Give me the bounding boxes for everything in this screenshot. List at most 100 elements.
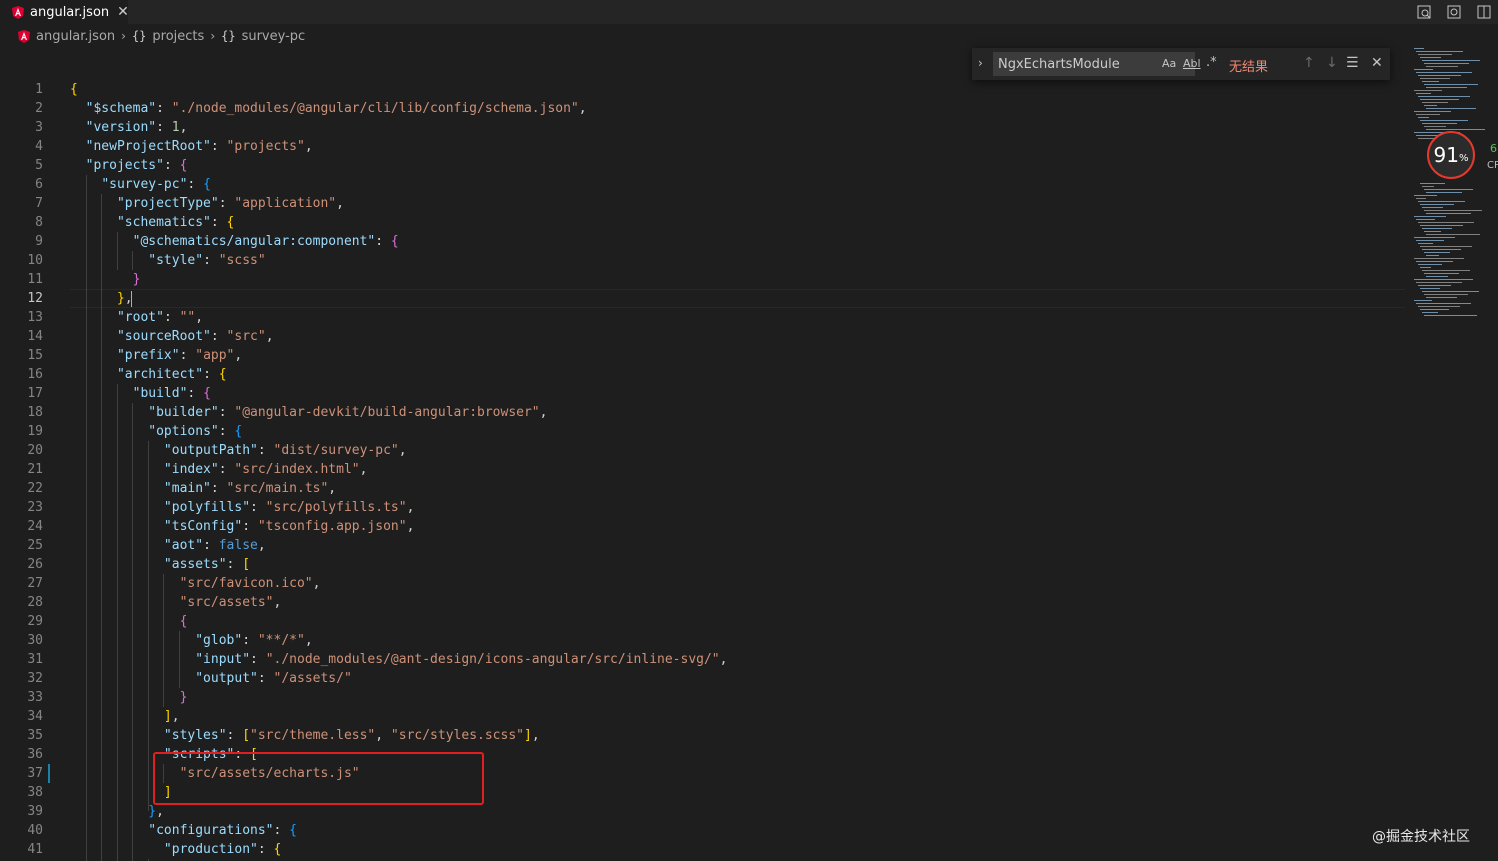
code-line[interactable]: 35 "styles": ["src/theme.less", "src/sty… <box>0 726 1410 745</box>
code-line[interactable]: 26 "assets": [ <box>0 555 1410 574</box>
toggle-replace-icon[interactable]: › <box>978 56 983 70</box>
minimap-line <box>1424 231 1441 232</box>
code-line[interactable]: 40 "configurations": { <box>0 821 1410 840</box>
code-text: "src/assets", <box>70 593 282 612</box>
code-line[interactable]: 33 } <box>0 688 1410 707</box>
minimap-line <box>1418 201 1465 202</box>
code-token: "./node_modules/@angular/cli/lib/config/… <box>171 101 579 116</box>
whole-word-icon[interactable]: Abl <box>1183 57 1201 70</box>
code-text: "newProjectRoot": "projects", <box>70 137 313 156</box>
code-editor[interactable]: 1{2 "$schema": "./node_modules/@angular/… <box>0 80 1410 861</box>
code-line[interactable]: 3 "version": 1, <box>0 118 1410 137</box>
code-token: : <box>257 671 274 686</box>
find-in-selection-icon[interactable]: ☰ <box>1346 55 1359 71</box>
code-line[interactable]: 27 "src/favicon.ico", <box>0 574 1410 593</box>
minimap-line <box>1422 186 1434 187</box>
minimap-line <box>1420 57 1441 58</box>
code-line[interactable]: 25 "aot": false, <box>0 536 1410 555</box>
code-token: "projects" <box>85 158 164 173</box>
line-number: 34 <box>27 709 43 724</box>
arrow-up-icon[interactable]: ↑ <box>1303 55 1315 71</box>
close-icon[interactable]: ✕ <box>1371 55 1383 71</box>
code-line[interactable]: 23 "polyfills": "src/polyfills.ts", <box>0 498 1410 517</box>
tab-angular-json[interactable]: angular.json ✕ <box>0 0 129 24</box>
code-token: "projectType" <box>116 196 219 211</box>
code-line[interactable]: 24 "tsConfig": "tsconfig.app.json", <box>0 517 1410 536</box>
code-line[interactable]: 7 "projectType": "application", <box>0 194 1410 213</box>
code-line[interactable]: 41 "production": { <box>0 840 1410 859</box>
tab-close-icon[interactable]: ✕ <box>117 4 129 20</box>
code-line[interactable]: 15 "prefix": "app", <box>0 346 1410 365</box>
code-line[interactable]: 18 "builder": "@angular-devkit/build-ang… <box>0 403 1410 422</box>
code-line[interactable]: 16 "architect": { <box>0 365 1410 384</box>
open-changes-icon[interactable] <box>1416 4 1432 20</box>
code-text: "outputPath": "dist/survey-pc", <box>70 441 407 460</box>
code-line[interactable]: 13 "root": "", <box>0 308 1410 327</box>
code-line[interactable]: 2 "$schema": "./node_modules/@angular/cl… <box>0 99 1410 118</box>
code-line[interactable]: 12 }, <box>0 289 1410 308</box>
minimap-line <box>1414 90 1442 91</box>
code-line[interactable]: 31 "input": "./node_modules/@ant-design/… <box>0 650 1410 669</box>
code-token: : <box>218 405 235 420</box>
line-number: 10 <box>27 253 43 268</box>
code-line[interactable]: 22 "main": "src/main.ts", <box>0 479 1410 498</box>
code-line[interactable]: 1{ <box>0 80 1410 99</box>
code-token: "index" <box>163 462 219 477</box>
breadcrumb-file[interactable]: angular.json <box>36 29 115 44</box>
compare-icon[interactable] <box>1446 4 1462 20</box>
code-line[interactable]: 9 "@schematics/angular:component": { <box>0 232 1410 251</box>
code-line[interactable]: 28 "src/assets", <box>0 593 1410 612</box>
code-line[interactable]: 10 "style": "scss" <box>0 251 1410 270</box>
minimap[interactable] <box>1410 40 1498 340</box>
code-token: "configurations" <box>148 823 274 838</box>
code-line[interactable]: 6 "survey-pc": { <box>0 175 1410 194</box>
code-token: { <box>70 82 78 97</box>
code-line[interactable]: 14 "sourceRoot": "src", <box>0 327 1410 346</box>
annotation-highlight-box <box>153 752 484 805</box>
code-line[interactable]: 30 "glob": "**/*", <box>0 631 1410 650</box>
code-line[interactable]: 5 "projects": { <box>0 156 1410 175</box>
regex-icon[interactable]: .* <box>1206 55 1217 70</box>
match-case-icon[interactable]: Aa <box>1162 57 1176 70</box>
code-token: : <box>250 500 266 515</box>
code-line[interactable]: 21 "index": "src/index.html", <box>0 460 1410 479</box>
code-line[interactable]: 11 } <box>0 270 1410 289</box>
minimap-line <box>1426 87 1467 88</box>
minimap-line <box>1424 315 1477 316</box>
code-line[interactable]: 20 "outputPath": "dist/survey-pc", <box>0 441 1410 460</box>
code-line[interactable]: 4 "newProjectRoot": "projects", <box>0 137 1410 156</box>
code-token: "schematics" <box>116 215 211 230</box>
split-editor-icon[interactable] <box>1476 4 1492 20</box>
code-token: : <box>218 196 235 211</box>
code-line[interactable]: 17 "build": { <box>0 384 1410 403</box>
code-token: , <box>312 576 321 591</box>
breadcrumb-survey-pc[interactable]: survey-pc <box>242 29 306 44</box>
minimap-line <box>1422 60 1480 61</box>
code-line[interactable]: 8 "schematics": { <box>0 213 1410 232</box>
code-token: false <box>218 538 258 553</box>
code-line[interactable]: 32 "output": "/assets/" <box>0 669 1410 688</box>
line-number: 3 <box>35 120 43 135</box>
code-token: "newProjectRoot" <box>85 139 211 154</box>
code-token: { <box>203 177 211 192</box>
minimap-line <box>1416 114 1440 115</box>
arrow-down-icon[interactable]: ↓ <box>1326 55 1338 71</box>
code-token: "scss" <box>218 253 266 268</box>
code-token: "root" <box>116 310 164 325</box>
code-line[interactable]: 19 "options": { <box>0 422 1410 441</box>
code-text: "builder": "@angular-devkit/build-angula… <box>70 403 547 422</box>
code-token: } <box>179 690 188 705</box>
code-line[interactable]: 34 ], <box>0 707 1410 726</box>
breadcrumb-projects[interactable]: projects <box>152 29 204 44</box>
code-line[interactable]: 29 { <box>0 612 1410 631</box>
